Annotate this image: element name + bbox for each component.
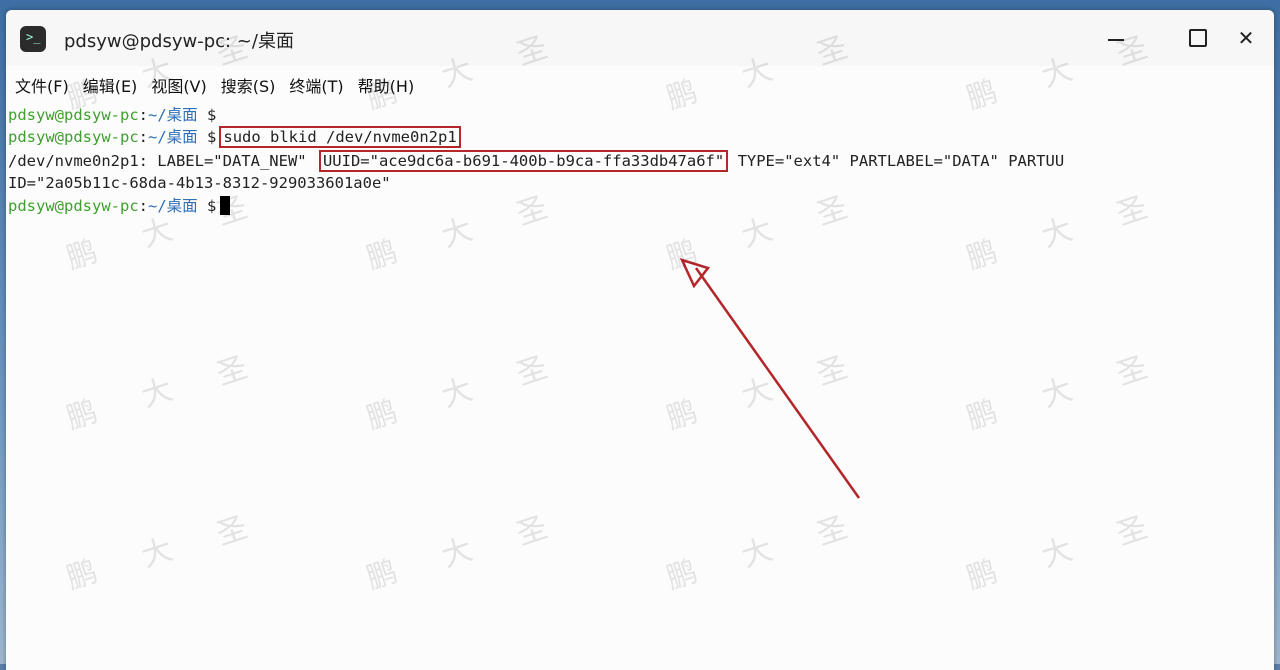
terminal-window: >_ pdsyw@pdsyw-pc: ~/桌面 ✕ 文件(F) 编辑(E) 视图… bbox=[6, 10, 1274, 670]
annotation-arrow bbox=[679, 257, 861, 499]
